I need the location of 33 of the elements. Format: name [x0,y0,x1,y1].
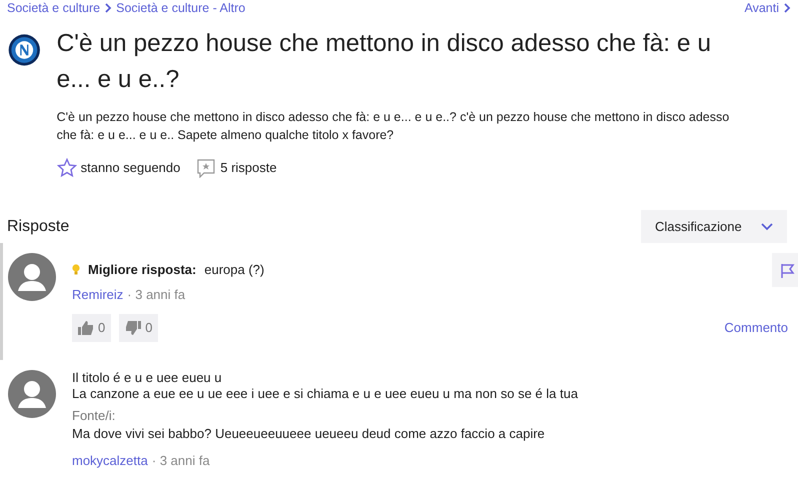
author-link[interactable]: Remireiz [72,287,124,302]
chevron-right-icon [783,3,791,13]
thumbs-up-icon [78,321,94,335]
best-answer-label: Migliore risposta: [88,261,196,280]
avatar-icon [8,370,56,418]
thumbs-down-icon [125,321,142,335]
flag-button[interactable] [772,253,798,287]
answer-time: · 3 anni fa [127,287,186,302]
dislike-button[interactable]: 0 [119,314,158,342]
follow-button[interactable]: stanno seguendo [56,158,180,178]
author-link[interactable]: mokycalzetta [72,452,148,468]
answer-time: · 3 anni fa [152,452,210,468]
breadcrumb-link[interactable]: Società e culture [7,1,100,15]
lightbulb-icon [72,264,80,276]
source-label: Fonte/i: [72,408,116,424]
answer-text: europa (?) [204,261,264,280]
answer-text: Il titolo é e u e uee eueu u La canzone a eue ee u ue eee i uee e si chiama e u e uee eueu u ma non so se é la tua [72,370,579,402]
like-button[interactable]: 0 [72,314,112,342]
answers-heading: Risposte [7,216,70,236]
star-icon [56,158,77,178]
question-body: C'è un pezzo house che mettono in disco adesso che fà: e u e... e u e..? c'è un pezzo house che mettono in disco adesso che fà: e u e... e u e.. Sapete almeno qualche titolo x favore? [56,109,730,144]
flag-icon [781,262,795,279]
chevron-right-icon [104,3,112,13]
comment-link[interactable]: Commento [724,318,788,338]
next-link[interactable]: Avanti [744,1,779,15]
comment-icon [196,158,216,178]
source-text: Ma dove vivi sei babbo? Ueueeueeuueee ueueeu deud come azzo faccio a capire [72,425,546,443]
chevron-down-icon [761,222,773,230]
answers-count: 5 risposte [196,158,277,178]
breadcrumb-link[interactable]: Società e culture - Altro [116,1,246,15]
sort-dropdown[interactable]: Classificazione [641,210,787,243]
question-title: C'è un pezzo house che mettono in disco adesso che fà: e u e... e u e..? [56,29,712,95]
avatar-icon [8,253,56,301]
